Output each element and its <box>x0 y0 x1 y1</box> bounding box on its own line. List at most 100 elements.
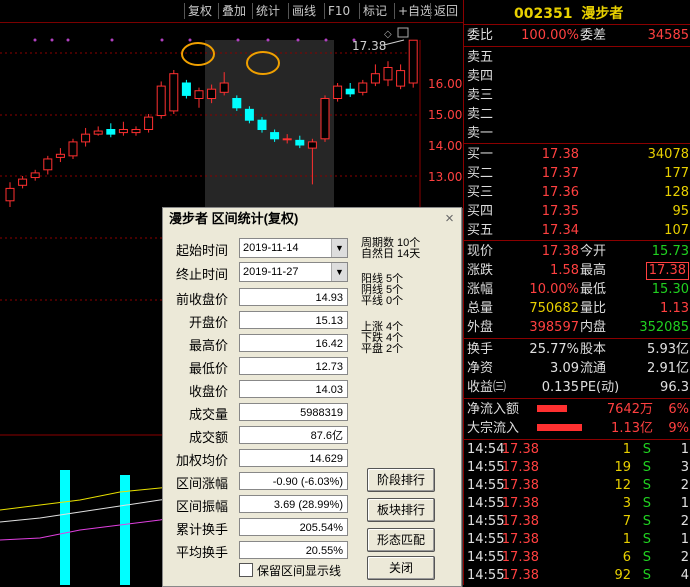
quote-value: 0.135 <box>541 380 579 395</box>
tick-side: S <box>642 568 651 583</box>
quote-value: 3.09 <box>550 361 579 376</box>
stage-rank-button[interactable]: 阶段排行 <box>367 468 435 492</box>
pattern-match-button[interactable]: 形态匹配 <box>367 528 435 552</box>
quote-row: 涨幅 10.00% 最低 15.30 <box>467 280 689 299</box>
diamond-icon[interactable]: ◇ <box>384 29 392 40</box>
bid-row[interactable]: 买四 17.35 95 <box>467 202 689 221</box>
bid-row[interactable]: 买五 17.34 107 <box>467 221 689 240</box>
divider <box>464 338 690 339</box>
candle <box>270 132 280 140</box>
quote-label: 流通 <box>580 361 607 376</box>
quote-label: 涨幅 <box>467 282 494 297</box>
stats-field-value: 16.42 <box>239 334 348 352</box>
tick-count: 1 <box>680 532 689 547</box>
stock-code: 002351 <box>514 6 573 22</box>
bid-volume: 177 <box>664 166 689 181</box>
toolbar-add-watchlist-button[interactable]: +自选 <box>394 3 435 19</box>
dialog-title: 漫步者 区间统计(复权) <box>163 208 461 230</box>
bid-volume: 34078 <box>647 147 689 162</box>
stats-field-label: 开盘价 <box>188 315 228 330</box>
candle <box>18 178 28 186</box>
toolbar-mark-button[interactable]: 标记 <box>359 3 390 19</box>
candle <box>370 73 380 84</box>
end-time-value: 2019-11-27 <box>243 266 299 278</box>
bid-row[interactable]: 买二 17.37 177 <box>467 164 689 183</box>
weibi-row: 委比 100.00% 委差 34585 <box>467 26 689 45</box>
tick-row: 14:55 17.38 92 S 4 <box>467 567 689 585</box>
toolbar-fuquan-button[interactable]: 复权 <box>184 3 215 19</box>
stats-field-label: 累计换手 <box>175 522 228 537</box>
bid-row[interactable]: 买三 17.36 128 <box>467 183 689 202</box>
tick-count: 2 <box>680 514 689 529</box>
stats-field-label: 区间涨幅 <box>175 476 228 491</box>
flow-label: 大宗流入 <box>467 421 520 436</box>
chevron-down-icon[interactable]: ▼ <box>331 239 347 257</box>
tick-side: S <box>642 532 651 547</box>
flat-count: 平盘 2个 <box>361 343 404 355</box>
stats-field-value: 12.73 <box>239 357 348 375</box>
toolbar-back-button[interactable]: 返回 <box>430 3 461 19</box>
weicha-value: 34585 <box>647 28 689 43</box>
flat-line-count: 平线 0个 <box>361 295 404 307</box>
bid-label: 买一 <box>467 147 494 162</box>
chart-settings-icon[interactable] <box>397 27 409 38</box>
toolbar-draw-button[interactable]: 画线 <box>288 3 319 19</box>
candle <box>5 187 15 202</box>
tick-price: 17.38 <box>501 514 539 529</box>
toolbar-stats-button[interactable]: 统计 <box>252 3 283 19</box>
stats-field-value: 14.629 <box>239 449 348 467</box>
flow-value: 1.13亿 <box>611 421 653 436</box>
candle <box>333 85 343 99</box>
stats-field-value: 14.93 <box>239 288 348 306</box>
tick-side: S <box>642 460 651 475</box>
bid-price: 17.35 <box>541 204 579 219</box>
ask-row: 卖五 <box>467 48 689 67</box>
stats-field-label: 平均换手 <box>175 545 228 560</box>
volume-bars <box>60 470 130 585</box>
candle <box>68 141 78 157</box>
flow-row: 净流入额 7642万 6% <box>467 400 689 419</box>
keep-line-checkbox[interactable] <box>239 563 253 577</box>
ask-row: 卖二 <box>467 105 689 124</box>
flow-label: 净流入额 <box>467 402 520 417</box>
quote-label: 最高 <box>580 263 607 278</box>
tick-count: 1 <box>680 496 689 511</box>
quote-row: 现价 17.38 今开 15.73 <box>467 242 689 261</box>
stats-field-value: 3.69 (28.99%) <box>239 495 348 513</box>
close-button[interactable]: 关闭 <box>367 556 435 580</box>
flow-row: 大宗流入 1.13亿 9% <box>467 419 689 438</box>
flow-bar <box>537 405 567 412</box>
chart-toolbar: 复权 叠加 统计 画线 F10 标记 +自选 返回 <box>0 0 463 23</box>
start-time-select[interactable]: 2019-11-14 ▼ <box>239 238 348 258</box>
start-time-label: 起始时间 <box>175 243 228 258</box>
tick-time: 14:55 <box>467 532 505 547</box>
tick-volume: 1 <box>622 532 631 547</box>
tick-price: 17.38 <box>501 568 539 583</box>
toolbar-overlay-button[interactable]: 叠加 <box>218 3 249 19</box>
stats-field-value: 205.54% <box>239 518 348 536</box>
bid-price: 17.37 <box>541 166 579 181</box>
sector-rank-button[interactable]: 板块排行 <box>367 498 435 522</box>
quote-label: 总量 <box>467 301 494 316</box>
toolbar-f10-button[interactable]: F10 <box>324 3 353 19</box>
end-time-select[interactable]: 2019-11-27 ▼ <box>239 262 348 282</box>
tick-price: 17.38 <box>501 496 539 511</box>
stats-field-label: 最高价 <box>188 338 228 353</box>
stats-field-value: 5988319 <box>239 403 348 421</box>
bid-row[interactable]: 买一 17.38 34078 <box>467 145 689 164</box>
flow-pct: 6% <box>668 402 689 417</box>
candle <box>408 39 418 84</box>
chevron-down-icon[interactable]: ▼ <box>331 263 347 281</box>
candle <box>55 153 65 158</box>
tick-volume: 92 <box>614 568 631 583</box>
stats-field-label: 最低价 <box>188 361 228 376</box>
tick-row: 14:55 17.38 19 S 3 <box>467 459 689 477</box>
flow-value: 7642万 <box>606 402 653 417</box>
candle <box>307 141 317 149</box>
close-icon[interactable]: × <box>442 211 457 226</box>
stats-field-value: 15.13 <box>239 311 348 329</box>
weibi-value: 100.00% <box>521 28 579 43</box>
tick-price: 17.38 <box>501 478 539 493</box>
candle <box>345 88 355 95</box>
quote-label: 净资 <box>467 361 494 376</box>
